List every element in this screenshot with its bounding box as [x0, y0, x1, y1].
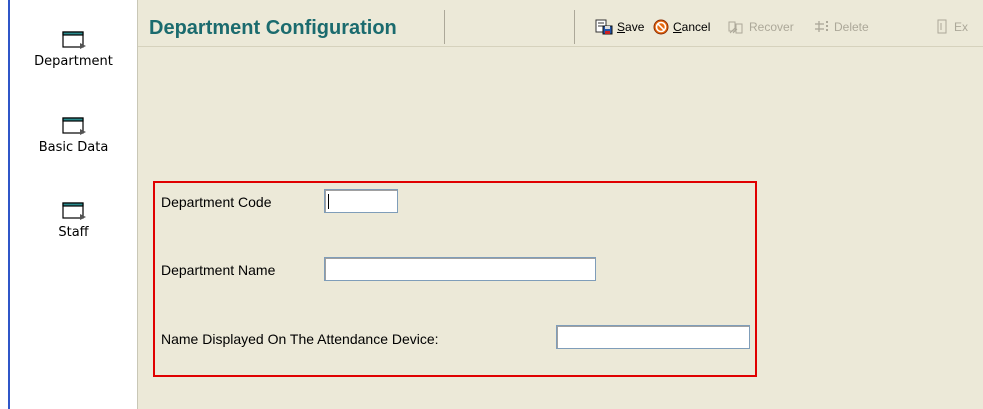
- department-name-label: Department Name: [161, 262, 276, 278]
- recover-button[interactable]: Recover: [727, 18, 794, 36]
- sidebar-item-label: Basic Data: [38, 140, 109, 155]
- sidebar-item-department[interactable]: Department: [10, 30, 137, 69]
- save-button[interactable]: Save: [595, 18, 644, 36]
- window-icon: [61, 117, 86, 135]
- save-label: ave: [625, 20, 645, 34]
- main-panel: Department Configuration Save Cancel Rec…: [138, 0, 983, 409]
- device-name-field[interactable]: [556, 325, 750, 349]
- department-code-label: Department Code: [161, 194, 272, 210]
- sidebar-item-label: Department: [34, 54, 113, 69]
- window-icon: [61, 202, 86, 220]
- save-accel: S: [617, 20, 626, 34]
- sidebar-item-staff[interactable]: Staff: [10, 201, 137, 240]
- sidebar-item-label: Staff: [58, 225, 89, 240]
- sidebar: Department Basic Data Staff: [10, 0, 137, 409]
- department-form: Department Code Department Name Name Dis…: [153, 181, 757, 377]
- cancel-label: ancel: [681, 20, 711, 34]
- page-title: Department Configuration: [149, 17, 397, 39]
- exit-label: Ex: [954, 20, 969, 34]
- delete-label: Delete: [834, 20, 869, 34]
- text-caret: [328, 194, 329, 209]
- cancel-button[interactable]: Cancel: [653, 18, 710, 36]
- exit-button[interactable]: Ex: [936, 18, 968, 36]
- save-icon: [595, 19, 613, 35]
- device-name-label: Name Displayed On The Attendance Device:: [161, 331, 439, 347]
- recover-label: Recover: [749, 20, 794, 34]
- delete-icon: [815, 21, 828, 32]
- toolbar-separator: [574, 10, 575, 44]
- department-code-field[interactable]: [324, 189, 398, 213]
- title-separator: [444, 10, 445, 44]
- title-bar: Department Configuration Save Cancel Rec…: [138, 8, 983, 47]
- sidebar-item-basic-data[interactable]: Basic Data: [10, 116, 137, 155]
- cancel-icon: [653, 19, 669, 35]
- window-icon: [61, 31, 86, 49]
- delete-button[interactable]: Delete: [814, 18, 869, 36]
- department-name-field[interactable]: [324, 257, 596, 281]
- recover-icon: [728, 21, 743, 34]
- cancel-accel: C: [673, 20, 682, 34]
- exit-icon: [937, 19, 947, 34]
